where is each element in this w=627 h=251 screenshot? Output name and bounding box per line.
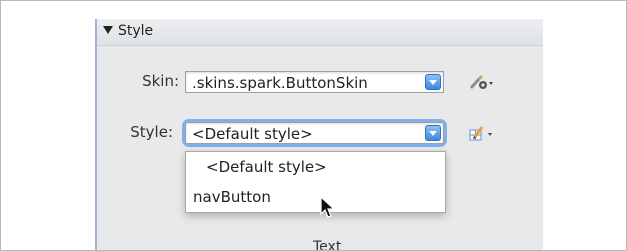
mouse-pointer-icon bbox=[320, 196, 336, 218]
style-section-header[interactable]: Style bbox=[97, 19, 543, 46]
style-combobox[interactable]: <Default style> bbox=[185, 122, 444, 144]
screenshot-frame: Style Skin: .skins.spark.ButtonSkin Styl… bbox=[0, 0, 627, 251]
brush-gear-icon[interactable] bbox=[468, 73, 494, 91]
pencil-grid-icon[interactable] bbox=[468, 124, 494, 142]
skin-dropdown-button[interactable] bbox=[425, 74, 441, 90]
section-title: Style bbox=[118, 23, 154, 39]
disclosure-triangle-icon[interactable] bbox=[103, 26, 113, 34]
skin-label: Skin: bbox=[142, 72, 179, 90]
style-value: <Default style> bbox=[192, 125, 313, 143]
dropdown-item-default-style[interactable]: <Default style> bbox=[186, 158, 465, 176]
style-dropdown-list: <Default style> navButton bbox=[185, 151, 446, 213]
skin-value: .skins.spark.ButtonSkin bbox=[192, 74, 368, 92]
style-dropdown-button[interactable] bbox=[425, 125, 441, 141]
style-label: Style: bbox=[130, 123, 173, 141]
text-section-title: Text bbox=[313, 239, 342, 251]
skin-combobox[interactable]: .skins.spark.ButtonSkin bbox=[185, 71, 444, 93]
